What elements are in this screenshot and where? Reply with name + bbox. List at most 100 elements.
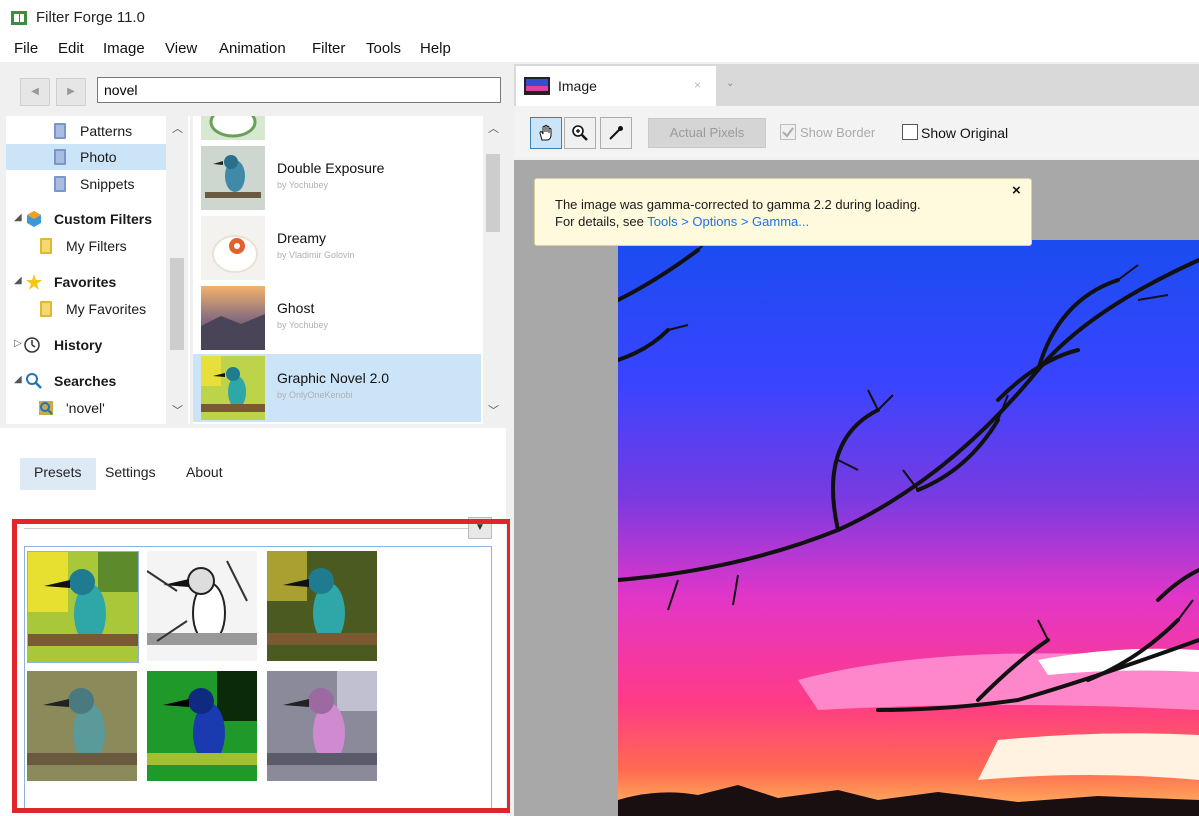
notice-line1: The image was gamma-corrected to gamma 2… — [555, 197, 921, 212]
filter-name: Dreamy — [277, 230, 327, 246]
actual-pixels-button[interactable]: Actual Pixels — [648, 118, 766, 148]
hand-icon — [539, 124, 552, 141]
show-border-label: Show Border — [800, 125, 876, 140]
filter-name: Ghost — [277, 300, 315, 316]
expand-arrow-icon[interactable]: ▷ — [14, 338, 22, 349]
gamma-options-link[interactable]: Tools > Options > Gamma... — [647, 214, 809, 229]
tree-item-label: Searches — [54, 373, 117, 389]
forward-button[interactable]: ▶ — [56, 78, 86, 106]
preview-image[interactable] — [618, 240, 1199, 816]
eyedropper-tool-button[interactable] — [600, 117, 632, 149]
hand-tool-button[interactable] — [530, 117, 562, 149]
cube-icon — [27, 211, 41, 227]
expand-arrow-icon[interactable]: ◢ — [14, 275, 22, 286]
folder-icon — [40, 301, 52, 317]
filter-item-graphic-novel[interactable]: Graphic Novel 2.0 by OnlyOneKenobi — [193, 354, 481, 422]
folder-icon — [54, 176, 66, 192]
expand-arrow-icon[interactable]: ◢ — [14, 374, 22, 385]
folder-icon — [54, 149, 66, 165]
notice-line2-prefix: For details, see — [555, 214, 648, 229]
tree-item-label: Photo — [80, 149, 117, 165]
close-icon[interactable]: × — [1012, 182, 1021, 199]
tree-scrollbar[interactable]: ︿ ﹀ — [166, 116, 188, 424]
filter-item-ghost[interactable]: Ghost by Yochubey — [193, 284, 481, 352]
show-original-checkbox[interactable] — [902, 124, 918, 140]
tree-item-searches[interactable]: ◢ Searches — [6, 368, 166, 394]
tree-item-label: My Filters — [66, 238, 127, 254]
tree-item-label: Snippets — [80, 176, 135, 192]
presets-highlight-box — [12, 519, 512, 813]
tree-item-snippets[interactable]: Snippets — [6, 171, 166, 197]
tree-item-favorites[interactable]: ◢ Favorites — [6, 269, 166, 295]
notice-line2: For details, see Tools > Options > Gamma… — [555, 214, 809, 229]
filter-author: by Yochubey — [277, 320, 329, 330]
folder-icon — [40, 238, 52, 254]
tree-item-label: Patterns — [80, 123, 133, 139]
filter-author: by Yochubey — [277, 180, 329, 190]
star-icon — [26, 274, 42, 290]
category-tree[interactable]: Patterns Photo Snippets ◢ Custom Filters… — [6, 116, 190, 424]
menu-edit[interactable]: Edit — [58, 40, 84, 57]
filter-author: by OnlyOneKenobi — [277, 390, 353, 400]
filter-list[interactable]: Double Exposure by Yochubey Dreamy by Vl… — [193, 116, 503, 424]
zoom-icon — [572, 125, 588, 141]
filter-list-scrollbar-thumb[interactable] — [486, 154, 500, 232]
checkmark-icon — [782, 127, 794, 138]
menu-filter[interactable]: Filter — [312, 40, 345, 57]
filter-author: by Vladimir Golovin — [277, 250, 355, 260]
menu-file[interactable]: File — [14, 40, 38, 57]
tree-item-search-novel[interactable]: 'novel' — [6, 395, 166, 421]
tab-overflow-chevron-icon[interactable]: ⌄ — [726, 78, 734, 89]
tree-item-patterns[interactable]: Patterns — [6, 118, 166, 144]
filter-name: Double Exposure — [277, 160, 385, 176]
image-tab-label: Image — [558, 78, 597, 94]
show-original-label: Show Original — [921, 125, 1009, 141]
app-logo-icon — [11, 11, 27, 25]
eyedropper-icon — [609, 126, 623, 140]
menu-tools[interactable]: Tools — [366, 40, 401, 57]
tree-item-my-filters[interactable]: My Filters — [6, 233, 166, 259]
tree-item-history[interactable]: ▷ History — [6, 332, 166, 358]
tree-scrollbar-thumb[interactable] — [170, 258, 184, 350]
tree-item-label: Favorites — [54, 274, 117, 290]
filter-item-partial[interactable] — [193, 90, 481, 116]
tree-item-label: My Favorites — [66, 301, 147, 317]
filter-thumbnail — [201, 146, 265, 210]
close-icon[interactable]: × — [694, 78, 701, 92]
filter-list-scrollbar[interactable]: ︿ ﹀ — [483, 116, 503, 424]
tree-item-label: Custom Filters — [54, 211, 153, 227]
clock-icon — [24, 337, 40, 353]
filter-item-double-exposure[interactable]: Double Exposure by Yochubey — [193, 144, 481, 212]
tree-item-label: History — [54, 337, 103, 353]
tree-item-label: 'novel' — [66, 400, 105, 416]
filter-thumbnail — [201, 116, 265, 140]
filter-name: Graphic Novel 2.0 — [277, 370, 390, 386]
folder-icon — [54, 123, 66, 139]
menu-animation[interactable]: Animation — [219, 40, 286, 57]
tab-image[interactable]: Image × — [516, 66, 716, 106]
back-button[interactable]: ◀ — [20, 78, 50, 106]
magnifier-icon — [26, 373, 42, 389]
window-title: Filter Forge 11.0 — [36, 9, 145, 26]
filter-thumbnail — [201, 216, 265, 280]
gamma-notice: The image was gamma-corrected to gamma 2… — [534, 178, 1032, 246]
expand-arrow-icon[interactable]: ◢ — [14, 212, 22, 223]
filter-thumbnail — [201, 356, 265, 420]
tree-item-my-favorites[interactable]: My Favorites — [6, 296, 166, 322]
tree-item-custom-filters[interactable]: ◢ Custom Filters — [6, 206, 166, 232]
magnifier-icon — [39, 401, 53, 415]
tab-settings[interactable]: Settings — [105, 464, 156, 480]
filter-thumbnail — [201, 286, 265, 350]
title-bar — [0, 0, 1199, 36]
menu-help[interactable]: Help — [420, 40, 451, 57]
tab-presets[interactable]: Presets — [34, 464, 81, 480]
menu-image[interactable]: Image — [103, 40, 145, 57]
menu-view[interactable]: View — [165, 40, 197, 57]
menu-bar: File Edit Image View Animation Filter To… — [0, 36, 1199, 62]
show-border-checkbox[interactable] — [780, 124, 796, 140]
filter-item-dreamy[interactable]: Dreamy by Vladimir Golovin — [193, 214, 481, 282]
zoom-tool-button[interactable] — [564, 117, 596, 149]
tree-item-photo[interactable]: Photo — [6, 144, 166, 170]
image-tab-icon — [524, 77, 550, 95]
tab-about[interactable]: About — [186, 464, 223, 480]
